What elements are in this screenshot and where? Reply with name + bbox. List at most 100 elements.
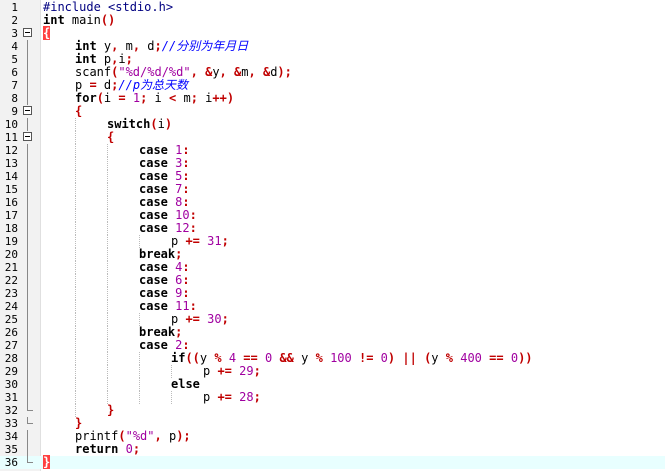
code-line[interactable]: 8 for(i = 1; i < m; i++) [0,92,665,105]
code-token: 4 [228,351,237,365]
code-line[interactable]: 23 case 9: [0,287,665,300]
indent-guide [75,170,76,183]
fold-guide-line [27,287,28,300]
code-token: , [219,65,227,79]
indent-guide [107,352,108,365]
code-token: case [139,169,168,183]
code-line[interactable]: 29 p += 29; [0,365,665,378]
fold-guide-line [27,274,28,287]
code-line[interactable]: 30 else [0,378,665,391]
line-number: 18 [4,222,18,235]
fold-collapse-icon[interactable] [23,106,32,115]
code-line[interactable]: 11 { [0,131,665,144]
code-token: case [139,195,168,209]
line-number: 8 [11,92,18,105]
code-line[interactable]: 31 p += 28; [0,391,665,404]
matched-brace: } [43,455,51,469]
code-line[interactable]: 19 p += 31; [0,235,665,248]
code-token: y [431,351,446,365]
code-token: : [182,273,190,287]
code-line[interactable]: 17 case 10: [0,209,665,222]
indent-guide [75,248,76,261]
code-token: { [75,104,83,118]
code-line[interactable]: 24 case 11: [0,300,665,313]
code-line[interactable]: 9{ [0,104,665,119]
code-line[interactable]: 32} [0,404,665,417]
code-token: main [64,13,101,27]
code-editor[interactable]: 1 #include <stdio.h> 2 int main() 3{4 int y, … [0,0,665,471]
fold-guide-line [27,313,28,326]
code-token: )) [518,351,533,365]
code-token: else [171,377,200,391]
code-line[interactable]: 14 case 5: [0,170,665,183]
code-line[interactable]: 10 switch(i) [0,118,665,131]
fold-collapse-icon[interactable] [23,132,32,141]
code-line[interactable]: 35 return 0; [0,443,665,456]
code-token: : [189,208,197,222]
fold-guide-line [27,430,28,443]
code-token: "%d/%d/%d" [118,65,191,79]
code-text: return 0; [75,443,140,456]
code-line[interactable]: 2 int main() [0,13,665,28]
code-line[interactable]: 28 if((y % 4 == 0 && y % 100 != 0) || (y … [0,352,665,365]
indent-guide [107,326,108,339]
code-line[interactable]: 22 case 6: [0,274,665,287]
fold-guide-line [27,40,28,53]
code-line[interactable]: 25 p += 30; [0,313,665,326]
code-token: % [315,351,323,365]
code-token: && [279,351,294,365]
fold-guide-line [27,339,28,352]
code-token: 28 [239,390,254,404]
code-token: #include <stdio.h> [43,0,174,14]
fold-collapse-icon[interactable] [23,28,32,37]
code-token: case [139,273,168,287]
code-text: { [43,26,51,40]
code-token: ; [221,234,229,248]
code-token: { [107,130,115,144]
code-token: ) [164,117,173,131]
code-line[interactable]: 36} [0,455,665,469]
indent-guide [107,157,108,170]
code-token: 30 [207,312,222,326]
indent-guide [107,274,108,287]
line-number: 20 [4,248,18,261]
code-token: : [182,156,190,170]
code-line[interactable]: 13 case 3: [0,157,665,170]
fold-guide-line [27,235,28,248]
code-line[interactable]: 16 case 8: [0,196,665,209]
code-line[interactable]: 21 case 4: [0,261,665,274]
code-token: case [139,156,168,170]
code-token: += [185,234,200,248]
line-number: 11 [4,131,18,144]
indent-guide [75,183,76,196]
code-token: ; [190,91,198,105]
code-token: ; [253,364,261,378]
code-line[interactable]: 12 case 1: [0,144,665,157]
code-text: } [43,455,51,469]
code-token: 400 [460,351,482,365]
code-text: switch(i) [107,118,172,131]
indent-guide [75,131,76,144]
code-token: = [118,91,126,105]
indent-guide [75,235,76,248]
code-token: : [182,182,190,196]
line-number: 23 [4,287,18,300]
indent-guide [107,248,108,261]
code-line[interactable]: 15 case 7: [0,183,665,196]
line-number: 2 [11,14,18,27]
code-token: 10 [175,208,190,222]
code-token: 0 [380,351,388,365]
indent-guide [107,339,108,352]
code-line[interactable]: 18 case 12: [0,222,665,235]
fold-guide-line [27,157,28,170]
code-token: ++) [212,91,235,105]
code-token: ); [277,65,292,79]
fold-guide-line [27,300,28,313]
code-line[interactable]: 26 break; [0,326,665,339]
code-line[interactable]: 20 break; [0,248,665,261]
code-token: y [96,39,112,53]
